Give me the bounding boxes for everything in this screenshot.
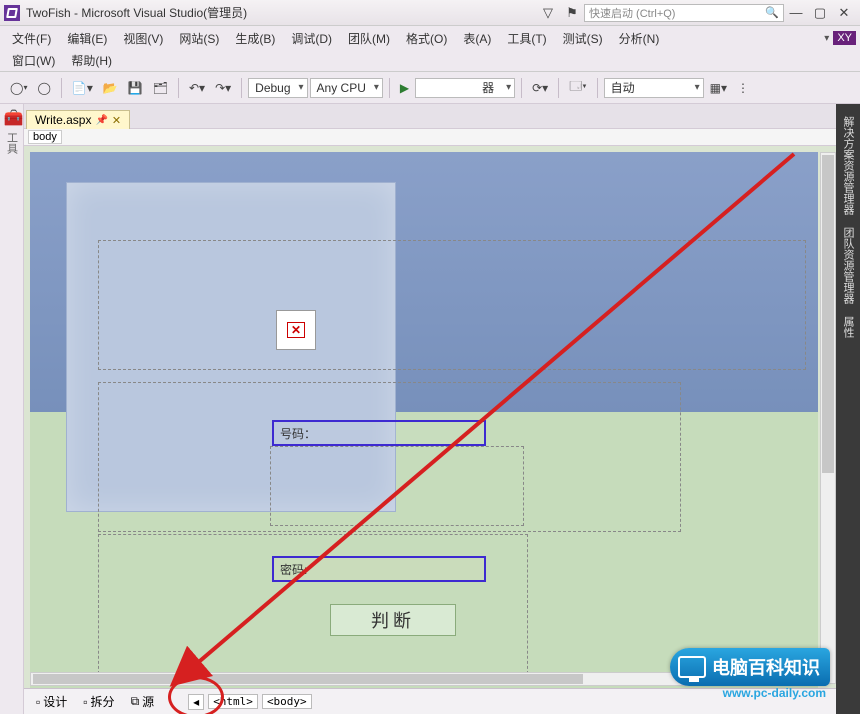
start-debug-button[interactable]: ▶ bbox=[396, 79, 413, 97]
left-tool-dock: 🧰 工具 bbox=[0, 104, 24, 714]
save-button[interactable]: 💾 bbox=[124, 79, 147, 97]
browser-target-dropdown[interactable]: placeholder 器 bbox=[415, 78, 515, 98]
submit-button[interactable]: 判断 bbox=[330, 604, 456, 636]
editor-area: Write.aspx 📌 ✕ body ✕ 号码： bbox=[24, 104, 836, 714]
separator bbox=[389, 78, 390, 98]
redo-button[interactable]: ↷▾ bbox=[211, 79, 235, 97]
toolbox-icon[interactable]: 🧰 bbox=[4, 108, 20, 124]
separator bbox=[61, 78, 62, 98]
document-tab-write[interactable]: Write.aspx 📌 ✕ bbox=[26, 110, 130, 129]
vscroll-thumb[interactable] bbox=[822, 155, 834, 473]
tag-html[interactable]: <html> bbox=[208, 694, 258, 709]
hscroll-thumb[interactable] bbox=[33, 674, 583, 684]
user-badge[interactable]: XY bbox=[833, 31, 856, 45]
close-button[interactable]: ✕ bbox=[832, 5, 856, 21]
undo-button[interactable]: ↶▾ bbox=[185, 79, 209, 97]
number-label: 号码： bbox=[280, 425, 316, 442]
separator bbox=[241, 78, 242, 98]
mode-design[interactable]: ▫ 设计 bbox=[30, 692, 73, 711]
pin-icon[interactable]: 📌 bbox=[95, 115, 107, 126]
menu-edit[interactable]: 编辑(E) bbox=[59, 30, 115, 47]
tab-close-icon[interactable]: ✕ bbox=[112, 114, 121, 127]
tag-nav-back[interactable]: ◂ bbox=[188, 694, 204, 710]
designer-canvas[interactable]: ✕ 号码： 密码: 判断 bbox=[30, 152, 818, 708]
submit-label: 判断 bbox=[371, 607, 415, 633]
search-icon: 🔍 bbox=[765, 6, 779, 19]
solution-platform-dropdown[interactable]: Any CPU bbox=[310, 78, 383, 98]
horizontal-scrollbar[interactable] bbox=[30, 672, 818, 686]
layout-cell-4 bbox=[98, 534, 528, 674]
tag-body[interactable]: <body> bbox=[262, 694, 312, 709]
right-tool-dock: 解决方案资源管理器 团队资源管理器 属性 bbox=[836, 104, 860, 714]
element-breadcrumb: body bbox=[24, 128, 836, 146]
nav-back-button[interactable]: ◯▾ bbox=[6, 79, 31, 97]
menu-website[interactable]: 网站(S) bbox=[171, 30, 227, 47]
standard-toolbar: ◯▾ ◯ 📄▾ 📂 💾 🗂 ↶▾ ↷▾ Debug Any CPU ▶ plac… bbox=[0, 72, 860, 104]
menu-format[interactable]: 格式(O) bbox=[398, 30, 455, 47]
toolbox-label[interactable]: 工具 bbox=[4, 132, 20, 154]
quick-launch-placeholder: 快速启动 (Ctrl+Q) bbox=[589, 5, 675, 21]
layout-cell-1 bbox=[98, 240, 806, 370]
vs-logo-icon bbox=[4, 5, 20, 21]
separator bbox=[558, 78, 559, 98]
panel-properties[interactable]: 属性 bbox=[840, 316, 856, 338]
menu-file[interactable]: 文件(F) bbox=[4, 30, 59, 47]
vertical-scrollbar[interactable] bbox=[820, 152, 836, 684]
designer-mode-strip: ▫ 设计 ▫ 拆分 ⧉ 源 ◂ <html> <body> bbox=[24, 688, 836, 714]
window-title: TwoFish - Microsoft Visual Studio(管理员) bbox=[26, 4, 247, 21]
menu-tools[interactable]: 工具(T) bbox=[499, 30, 554, 47]
new-style-button[interactable]: ▦▾ bbox=[706, 79, 731, 97]
panel-solution-explorer[interactable]: 解决方案资源管理器 bbox=[840, 116, 856, 215]
menu-debug[interactable]: 调试(D) bbox=[283, 30, 340, 47]
browser-suffix: 器 bbox=[482, 79, 494, 96]
toolbar-overflow-icon[interactable]: ⋮ bbox=[733, 79, 753, 97]
password-input[interactable]: 密码: bbox=[272, 556, 486, 582]
minimize-button[interactable]: — bbox=[784, 5, 808, 20]
feedback-icon[interactable]: ⚑ bbox=[560, 5, 584, 21]
menu-window[interactable]: 窗口(W) bbox=[4, 52, 63, 69]
maximize-button[interactable]: ▢ bbox=[808, 5, 832, 21]
open-file-button[interactable]: 📂 bbox=[99, 79, 122, 97]
separator bbox=[521, 78, 522, 98]
nav-forward-button[interactable]: ◯ bbox=[33, 79, 54, 97]
tab-filename: Write.aspx bbox=[35, 113, 91, 127]
designer-surface[interactable]: ✕ 号码： 密码: 判断 bbox=[24, 146, 836, 714]
document-tabstrip: Write.aspx 📌 ✕ bbox=[24, 104, 836, 128]
notifications-icon[interactable]: ▽ bbox=[536, 5, 560, 21]
title-bar: TwoFish - Microsoft Visual Studio(管理员) ▽… bbox=[0, 0, 860, 26]
menu-table[interactable]: 表(A) bbox=[455, 30, 499, 47]
separator bbox=[597, 78, 598, 98]
menu-build[interactable]: 生成(B) bbox=[227, 30, 283, 47]
panel-team-explorer[interactable]: 团队资源管理器 bbox=[840, 227, 856, 304]
menu-view[interactable]: 视图(V) bbox=[115, 30, 171, 47]
menu-help[interactable]: 帮助(H) bbox=[63, 52, 120, 69]
browse-button[interactable]: 🗔▾ bbox=[565, 75, 590, 100]
main-menu-row2: 窗口(W) 帮助(H) bbox=[0, 50, 860, 72]
password-label: 密码: bbox=[280, 561, 307, 578]
new-project-button[interactable]: 📄▾ bbox=[68, 79, 97, 97]
mode-split[interactable]: ▫ 拆分 bbox=[77, 692, 120, 711]
number-input[interactable]: 号码： bbox=[272, 420, 486, 446]
workspace: 🧰 工具 Write.aspx 📌 ✕ body ✕ bbox=[0, 104, 860, 714]
target-rule-dropdown[interactable]: 自动 bbox=[604, 78, 704, 98]
account-dropdown-icon[interactable]: ▾ bbox=[824, 33, 829, 44]
menu-analyze[interactable]: 分析(N) bbox=[611, 30, 668, 47]
mode-source[interactable]: ⧉ 源 bbox=[125, 692, 161, 711]
refresh-button[interactable]: ⟳▾ bbox=[528, 79, 552, 97]
breadcrumb-body[interactable]: body bbox=[28, 130, 62, 144]
menu-test[interactable]: 测试(S) bbox=[555, 30, 611, 47]
layout-cell-3 bbox=[270, 446, 524, 526]
main-menu: 文件(F) 编辑(E) 视图(V) 网站(S) 生成(B) 调试(D) 团队(M… bbox=[0, 26, 860, 50]
solution-config-dropdown[interactable]: Debug bbox=[248, 78, 307, 98]
separator bbox=[178, 78, 179, 98]
save-all-button[interactable]: 🗂 bbox=[149, 79, 172, 97]
menu-team[interactable]: 团队(M) bbox=[340, 30, 398, 47]
quick-launch-input[interactable]: 快速启动 (Ctrl+Q) 🔍 bbox=[584, 4, 784, 22]
